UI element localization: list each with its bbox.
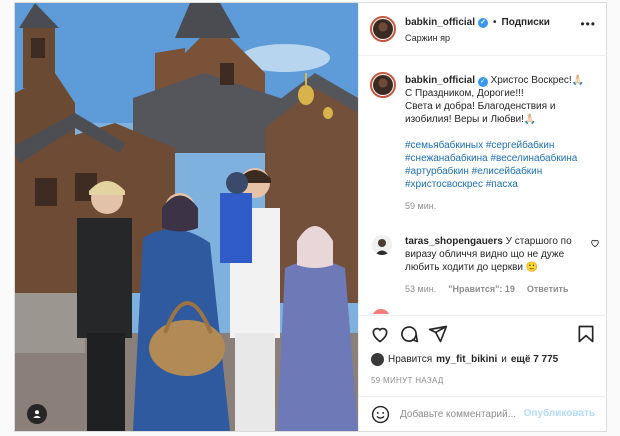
comments-area[interactable]: babkin_official ✓ Христос Воскрес!🙏🏻 С П…	[359, 57, 607, 314]
liker-avatar	[371, 353, 384, 366]
add-comment-bar: Опубликовать	[359, 396, 607, 431]
comment-body: taras_shopengauers У старшого по виразу …	[405, 235, 583, 296]
comment-likes[interactable]: "Нравится": 19	[448, 283, 515, 296]
likes-summary: Нравится my_fit_bikini и ещё 7 775	[371, 353, 558, 366]
likes-count[interactable]: ещё 7 775	[511, 354, 558, 365]
caption-author-avatar[interactable]	[370, 72, 396, 98]
verified-icon: ✓	[478, 17, 489, 28]
hashtag-line[interactable]: #христосвоскрес #пасха	[405, 178, 600, 191]
likes-prefix: Нравится	[388, 354, 433, 365]
bookmark-icon[interactable]	[576, 324, 596, 344]
comment-meta: 53 мин. "Нравится": 19 Ответить	[405, 283, 583, 296]
post-header: babkin_official ✓ • Подписки Саржин яр •…	[359, 3, 607, 56]
caption-body: babkin_official ✓ Христос Воскрес!🙏🏻 С П…	[405, 74, 600, 213]
caption-text-line2: С Праздником, Дорогие!!!	[405, 88, 524, 99]
hashtag-line[interactable]: #артурбабкин #елисейбабкин	[405, 165, 600, 178]
share-icon[interactable]	[428, 324, 448, 344]
comment-time: 53 мин.	[405, 284, 437, 294]
caption-username[interactable]: babkin_official	[405, 75, 475, 86]
post-side-panel: babkin_official ✓ • Подписки Саржин яр •…	[358, 3, 607, 431]
separator-dot: •	[493, 17, 497, 28]
next-comment-avatar	[372, 309, 390, 314]
liker-username[interactable]: my_fit_bikini	[436, 354, 497, 365]
reply-button[interactable]: Ответить	[527, 283, 569, 296]
likes-conj: и	[501, 354, 507, 365]
author-avatar[interactable]	[370, 16, 396, 42]
posted-time[interactable]: 59 МИНУТ НАЗАД	[371, 376, 444, 385]
caption-time: 59 мин.	[405, 201, 437, 211]
emoji-icon[interactable]	[371, 405, 390, 424]
comment-like-heart-icon[interactable]	[590, 238, 600, 248]
author-username[interactable]: babkin_official	[405, 17, 475, 28]
hashtag-list: #семьябабкиных #сергейбабкин #снежанабаб…	[405, 139, 600, 191]
publish-button[interactable]: Опубликовать	[524, 408, 595, 419]
heart-icon[interactable]	[370, 324, 390, 344]
post-actions: Нравится my_fit_bikini и ещё 7 775 59 МИ…	[359, 315, 607, 395]
more-options-icon[interactable]: •••	[580, 17, 596, 31]
post-location[interactable]: Саржин яр	[405, 33, 450, 43]
commenter-avatar[interactable]	[372, 235, 392, 255]
post-photo[interactable]	[15, 3, 358, 431]
comment-icon[interactable]	[399, 324, 419, 344]
instagram-post: babkin_official ✓ • Подписки Саржин яр •…	[14, 2, 607, 432]
hashtag-line[interactable]: #семьябабкиных #сергейбабкин	[405, 139, 600, 152]
caption-text-line3: Света и добра! Благоденствия и изобилия!…	[405, 101, 556, 125]
following-button[interactable]: Подписки	[502, 17, 550, 28]
family-photo-illustration	[15, 3, 358, 431]
author-row: babkin_official ✓ • Подписки	[405, 17, 550, 28]
caption-text-line1: Христос Воскрес!🙏🏻	[490, 75, 585, 86]
tagged-users-icon[interactable]	[27, 404, 47, 424]
verified-icon: ✓	[477, 76, 488, 87]
commenter-username[interactable]: taras_shopengauers	[405, 236, 503, 247]
hashtag-line[interactable]: #снежанабабкина #веселинабабкина	[405, 152, 600, 165]
